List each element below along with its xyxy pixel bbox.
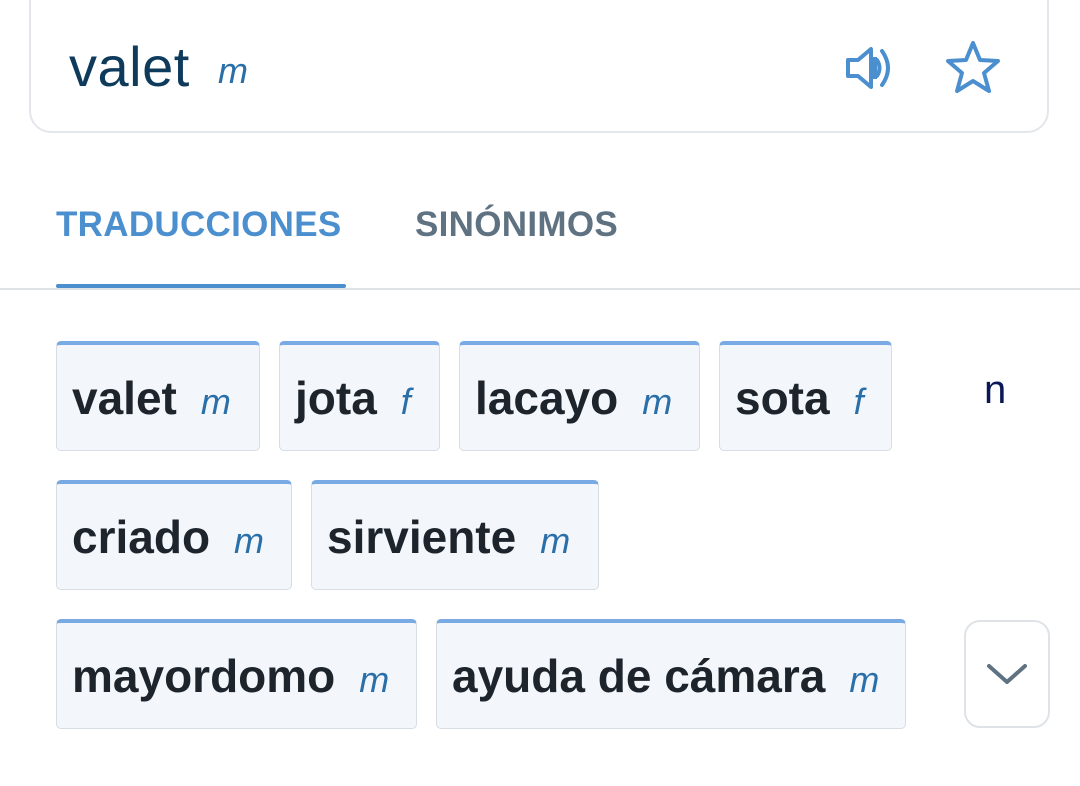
tabs-divider xyxy=(0,288,1080,290)
translation-gender: m xyxy=(642,380,673,422)
headword-card: valet m xyxy=(29,0,1049,133)
overflow-text: n xyxy=(984,368,1007,412)
translation-chip[interactable]: valet m xyxy=(56,341,260,451)
translation-chip[interactable]: criado m xyxy=(56,480,292,590)
tab-traducciones[interactable]: TRADUCCIONES xyxy=(56,205,342,245)
translation-chip[interactable]: sota f xyxy=(719,341,892,451)
translation-chip[interactable]: lacayo m xyxy=(459,341,700,451)
translation-word: mayordomo xyxy=(72,649,336,702)
translation-word: sota xyxy=(735,371,830,424)
translation-gender: m xyxy=(359,658,390,700)
translation-word: ayuda de cámara xyxy=(452,649,826,702)
speaker-icon[interactable] xyxy=(840,36,904,100)
translation-chip[interactable]: mayordomo m xyxy=(56,619,417,729)
translation-gender: f xyxy=(400,380,411,422)
expand-button[interactable] xyxy=(964,620,1050,728)
star-icon[interactable] xyxy=(941,36,1005,100)
translation-gender: f xyxy=(853,380,864,422)
translation-word: jota xyxy=(295,371,377,424)
translation-chip[interactable]: jota f xyxy=(279,341,440,451)
translation-gender: m xyxy=(200,380,231,422)
translation-chip[interactable]: sirviente m xyxy=(311,480,599,590)
tab-sinonimos[interactable]: SINÓNIMOS xyxy=(415,205,618,245)
translation-gender: m xyxy=(540,519,571,561)
translation-chip[interactable]: ayuda de cámara m xyxy=(436,619,906,729)
translation-gender: m xyxy=(234,519,265,561)
headword-gender: m xyxy=(218,50,248,91)
translation-word: criado xyxy=(72,510,211,563)
translation-word: valet xyxy=(72,371,177,424)
translation-word: lacayo xyxy=(475,371,619,424)
headword: valet xyxy=(69,35,190,98)
tab-bar: TRADUCCIONES SINÓNIMOS xyxy=(0,180,1080,290)
chevron-down-icon xyxy=(987,664,1027,684)
translation-gender: m xyxy=(849,658,880,700)
translation-word: sirviente xyxy=(327,510,517,563)
